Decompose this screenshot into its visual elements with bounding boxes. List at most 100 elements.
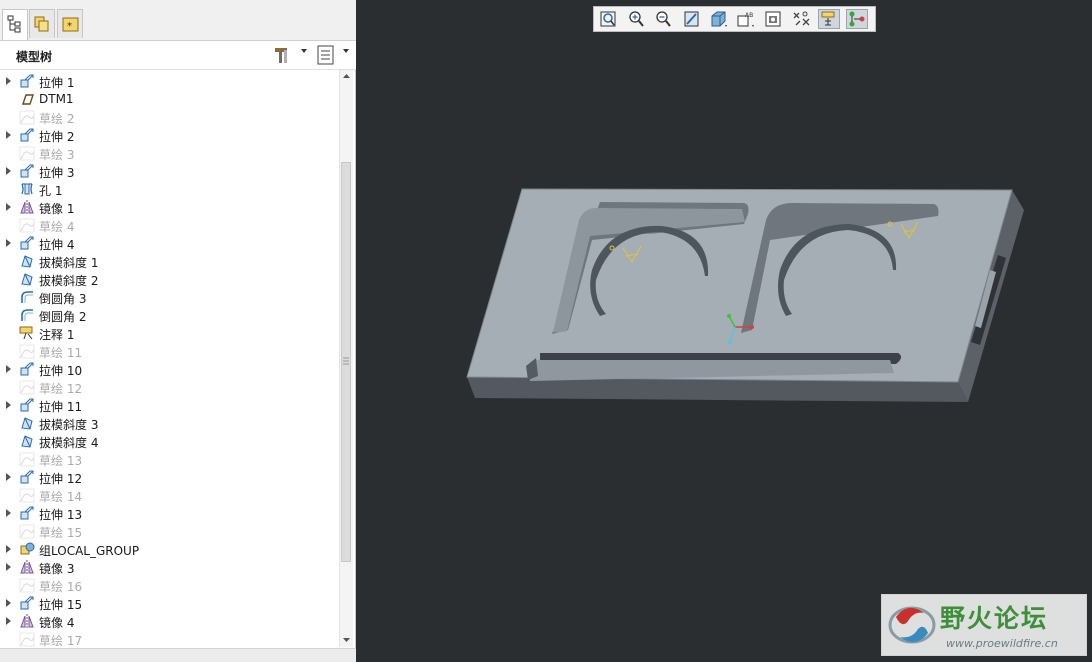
extrude-icon (20, 470, 34, 484)
tree-item[interactable]: 倒圆角 3 (0, 288, 338, 306)
tree-item[interactable]: 镜像 3 (0, 558, 338, 576)
scrollbar-thumb[interactable] (341, 162, 351, 562)
toolbar-button[interactable] (653, 9, 675, 29)
zoom-out-icon (656, 11, 671, 27)
toolbar-button[interactable] (791, 9, 813, 29)
datum-display-icon (793, 11, 810, 26)
tree-item[interactable]: 拉伸 1 (0, 72, 338, 90)
tree-item[interactable]: 草绘 12 (0, 378, 338, 396)
tree-columns-icon[interactable] (316, 44, 336, 66)
refit-icon (600, 11, 616, 27)
toolbar-button-active[interactable] (818, 9, 840, 29)
scroll-up-arrow-icon[interactable] (340, 70, 353, 83)
tree-item[interactable]: 倒圆角 2 (0, 306, 338, 324)
expand-arrow-icon[interactable] (6, 617, 11, 625)
tree-item[interactable]: 草绘 14 (0, 486, 338, 504)
toolbar-button[interactable] (626, 9, 648, 29)
tree-item[interactable]: 镜像 4 (0, 612, 338, 630)
tree-vertical-scrollbar[interactable] (339, 70, 353, 647)
tree-item[interactable]: 草绘 17 (0, 630, 338, 647)
tree-item-label: 注释 1 (39, 328, 75, 342)
tree-item-label: 拉伸 12 (39, 472, 83, 486)
tree-item-label: 草绘 13 (39, 454, 83, 468)
expand-arrow-icon[interactable] (6, 167, 11, 175)
tree-item-label: 草绘 15 (39, 526, 83, 540)
tree-item[interactable]: 组LOCAL_GROUP (0, 540, 338, 558)
tree-item[interactable]: 拉伸 4 (0, 234, 338, 252)
tree-item[interactable]: 拔模斜度 3 (0, 414, 338, 432)
tree-item-label: 拉伸 10 (39, 364, 83, 378)
expand-arrow-icon[interactable] (6, 545, 11, 553)
tree-item[interactable]: DTM1 (0, 90, 338, 108)
expand-arrow-icon[interactable] (6, 401, 11, 409)
tab-model-tree[interactable] (2, 9, 28, 40)
tree-item[interactable]: 拉伸 2 (0, 126, 338, 144)
sketch-icon (19, 344, 35, 359)
toolbar-button[interactable] (598, 9, 620, 29)
annotation-display-icon (821, 11, 835, 26)
tree-item[interactable]: 注释 1 (0, 324, 338, 342)
tree-item[interactable]: 拔模斜度 1 (0, 252, 338, 270)
expand-arrow-icon[interactable] (6, 203, 11, 211)
tree-item[interactable]: 草绘 3 (0, 144, 338, 162)
group-icon (20, 542, 35, 555)
graphics-viewport[interactable] (357, 0, 1092, 661)
tab-favorites[interactable]: * (57, 9, 83, 38)
tree-item[interactable]: 草绘 16 (0, 576, 338, 594)
sketch-icon (19, 110, 35, 125)
extrude-icon (20, 74, 34, 88)
tree-item[interactable]: 草绘 13 (0, 450, 338, 468)
tree-item-label: 草绘 17 (39, 634, 83, 647)
scroll-down-arrow-icon[interactable] (340, 633, 353, 646)
tree-item[interactable]: 草绘 15 (0, 522, 338, 540)
tree-settings-caret-icon[interactable] (301, 49, 307, 53)
sketch-icon (19, 488, 35, 503)
forum-logo-icon (888, 606, 936, 644)
tree-item[interactable]: 草绘 11 (0, 342, 338, 360)
tree-item-label: 组LOCAL_GROUP (39, 544, 140, 558)
expand-arrow-icon[interactable] (6, 599, 11, 607)
tree-item-label: 孔 1 (39, 184, 63, 198)
tree-item[interactable]: 拉伸 12 (0, 468, 338, 486)
tree-item[interactable]: 拉伸 3 (0, 162, 338, 180)
expand-arrow-icon[interactable] (6, 131, 11, 139)
toolbar-button-active[interactable] (846, 9, 868, 29)
tree-item-label: 拉伸 1 (39, 76, 75, 90)
expand-arrow-icon[interactable] (6, 563, 11, 571)
draft-icon (21, 435, 33, 448)
tree-item[interactable]: 草绘 2 (0, 108, 338, 126)
toolbar-button[interactable] (708, 9, 730, 29)
expand-arrow-icon[interactable] (6, 365, 11, 373)
tree-item[interactable]: 拔模斜度 2 (0, 270, 338, 288)
panel-bottom-bar (0, 648, 356, 662)
tree-item-label: 草绘 2 (39, 112, 75, 126)
tree-columns-caret-icon[interactable] (343, 49, 349, 53)
model-tree: 拉伸 1 DTM1 草绘 2 拉伸 2 草绘 3 拉伸 3 孔 1 镜像 1 草绘 4 拉伸 4 拔… (0, 70, 340, 647)
forum-watermark: 野火论坛 www.proewildfire.cn (881, 594, 1087, 656)
expand-arrow-icon[interactable] (6, 473, 11, 481)
expand-arrow-icon[interactable] (6, 239, 11, 247)
toolbar-button[interactable]: AB (735, 9, 757, 29)
tree-item-label: 拔模斜度 4 (39, 436, 99, 450)
expand-arrow-icon[interactable] (6, 77, 11, 85)
extrude-icon (20, 362, 34, 376)
tree-item[interactable]: 拉伸 10 (0, 360, 338, 378)
tree-settings-icon[interactable] (272, 44, 292, 66)
tree-item[interactable]: 拉伸 11 (0, 396, 338, 414)
tree-item[interactable]: 拔模斜度 4 (0, 432, 338, 450)
expand-arrow-icon[interactable] (6, 509, 11, 517)
tree-item[interactable]: 草绘 4 (0, 216, 338, 234)
tree-item[interactable]: 拉伸 15 (0, 594, 338, 612)
toolbar-button[interactable] (763, 9, 785, 29)
sketch-icon (19, 578, 35, 593)
tree-item[interactable]: 镜像 1 (0, 198, 338, 216)
tree-item-label: 草绘 14 (39, 490, 83, 504)
tree-item[interactable]: 孔 1 (0, 180, 338, 198)
tree-item-label: 拔模斜度 2 (39, 274, 99, 288)
toolbar-button[interactable] (681, 9, 703, 29)
tab-folder-browser[interactable] (29, 9, 55, 38)
tree-item[interactable]: 拉伸 13 (0, 504, 338, 522)
round-icon (21, 309, 33, 321)
watermark-title: 野火论坛 (940, 604, 1049, 633)
sketch-icon (19, 524, 35, 539)
